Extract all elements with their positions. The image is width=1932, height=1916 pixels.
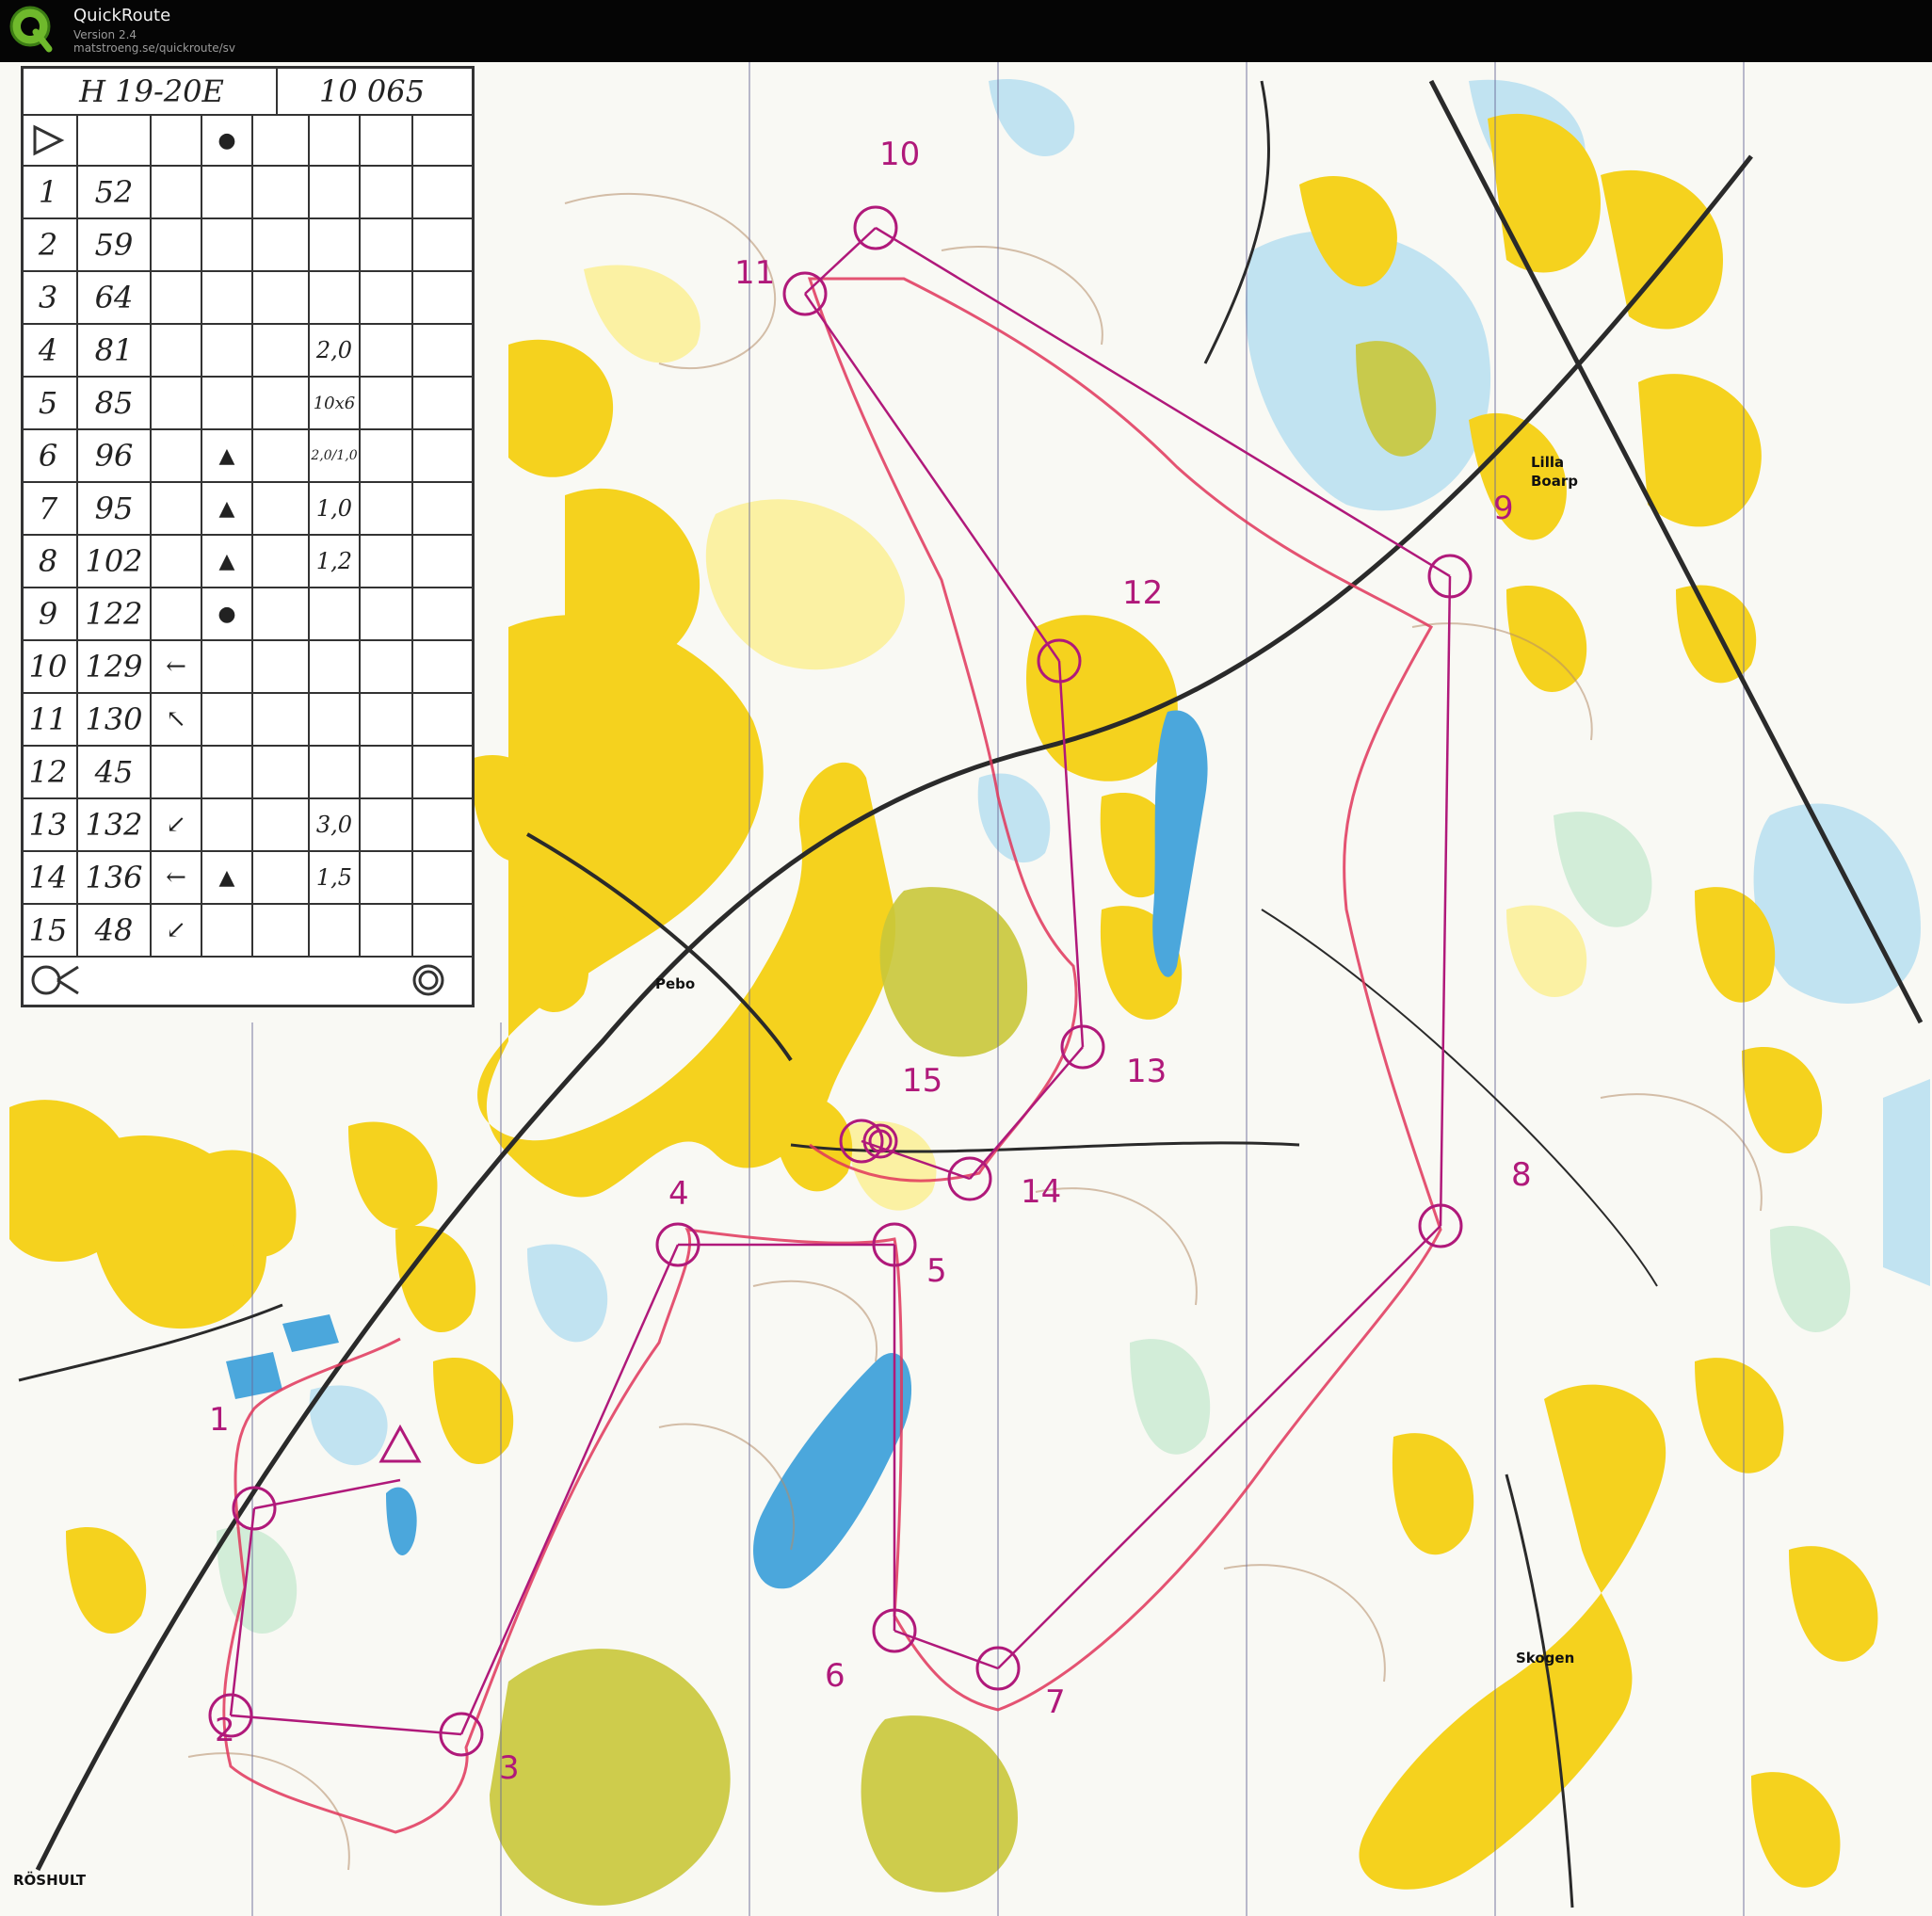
start-symbol-icon [24,116,72,165]
control-number-13: 13 [1126,1053,1167,1090]
knoll-icon: ▲ [218,496,235,521]
description-row: 5 85 10x6 [24,378,472,430]
start-dot-icon: ● [217,128,236,153]
control-number-10: 10 [879,136,921,173]
control-number-4: 4 [668,1175,689,1213]
dot-icon: ● [217,602,236,626]
quickroute-logo-icon [9,6,53,53]
app-version: Version 2.4 [73,28,137,41]
control-number-12: 12 [1122,574,1164,612]
description-row: 11 130 ↖ [24,694,472,747]
description-row: 1 52 [24,167,472,219]
control-number-14: 14 [1021,1173,1062,1211]
course-class: H 19-20E [79,73,224,109]
description-row: 9 122 ● [24,588,472,641]
finish-left-icon [27,958,84,1003]
place-name-lilla: Lilla [1531,454,1565,471]
control-number-8: 8 [1511,1156,1532,1194]
course-length: 10 065 [319,73,425,109]
arrow-down-left-icon: ↙ [166,916,186,944]
description-row: 15 48 ↙ [24,905,472,958]
arrow-left-icon: ← [166,863,186,892]
description-row: 14 136 ← ▲ 1,5 [24,852,472,905]
control-number-6: 6 [825,1657,845,1695]
description-row: 12 45 [24,747,472,799]
place-name-pebo: Pebo [655,975,696,992]
description-row: 7 95 ▲ 1,0 [24,483,472,536]
arrow-down-left-icon: ↙ [166,811,186,839]
description-row: 10 129 ← [24,641,472,694]
control-number-3: 3 [499,1749,520,1787]
control-number-15: 15 [902,1062,943,1100]
place-name-roshult: RÖSHULT [13,1872,87,1889]
description-row: 4 81 2,0 [24,325,472,378]
arrow-left-icon: ← [166,652,186,681]
control-number-11: 11 [734,254,776,292]
app-title: QuickRoute [73,6,171,25]
control-description-sheet: H 19-20E 10 065 ● 1 52 2 59 3 64 4 81 2,0 5 85… [21,66,475,1007]
knoll-icon: ▲ [218,865,235,890]
control-number-2: 2 [215,1712,235,1749]
control-number-5: 5 [926,1252,947,1290]
arrow-up-left-icon: ↖ [166,705,186,733]
control-number-7: 7 [1045,1683,1066,1721]
description-row: 2 59 [24,219,472,272]
description-row: 6 96 ▲ 2,0/1,0 [24,430,472,483]
description-header-row: H 19-20E 10 065 [24,69,472,116]
finish-right-icon [400,958,457,1003]
description-row: 8 102 ▲ 1,2 [24,536,472,588]
knoll-icon: ▲ [218,549,235,573]
control-number-1: 1 [209,1401,230,1439]
place-name-skogen: Skogen [1516,1650,1575,1666]
description-row: 13 132 ↙ 3,0 [24,799,472,852]
description-finish-row [24,958,472,1003]
knoll-icon: ▲ [218,443,235,468]
title-bar: QuickRoute Version 2.4 matstroeng.se/qui… [0,0,1932,62]
description-row: 3 64 [24,272,472,325]
app-url[interactable]: matstroeng.se/quickroute/sv [73,41,235,55]
place-name-boarp: Boarp [1531,473,1578,490]
control-number-9: 9 [1493,490,1514,527]
description-start-row: ● [24,116,472,167]
